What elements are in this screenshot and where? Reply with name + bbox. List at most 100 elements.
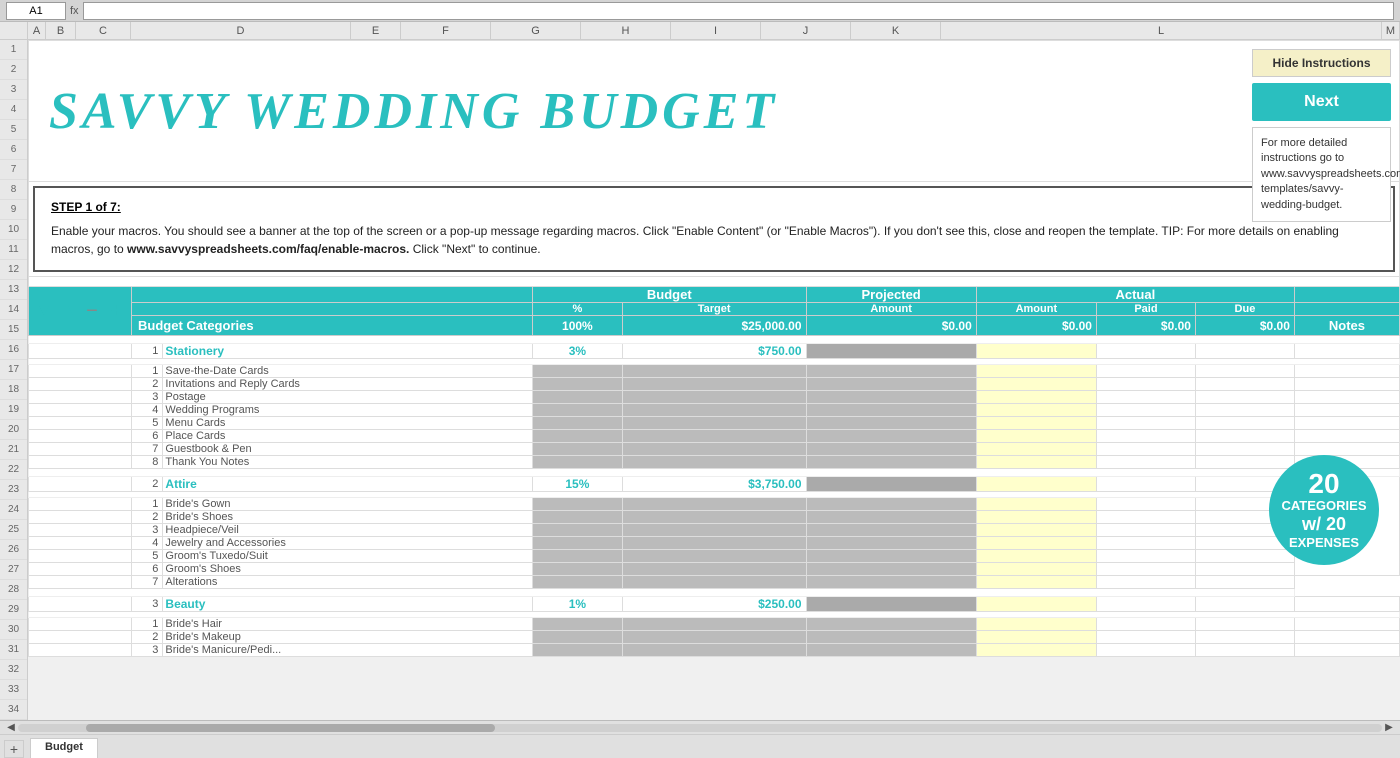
row-num-22: 22 (0, 460, 27, 480)
cat3-target: $250.00 (622, 597, 806, 612)
cat1-actual-yellow (976, 344, 1096, 359)
main-table: SAVVY WEDDING BUDGET Hide Instructions N… (28, 40, 1400, 657)
plus-icon[interactable]: + (105, 300, 127, 322)
cat3-num: 3 (132, 597, 163, 612)
item-save-date: Save-the-Date Cards (163, 365, 533, 378)
row-num-23: 23 (0, 480, 27, 500)
row-num-33: 33 (0, 680, 27, 700)
col-header-E: E (351, 22, 401, 39)
projected-header: Projected (806, 287, 976, 303)
category-attire-row: 2 Attire 15% $3,750.00 20 CATEGORIES w/ … (29, 477, 1400, 492)
notes-label: Notes (1294, 316, 1399, 336)
attire-item-1: 1 Bride's Gown (29, 498, 1400, 511)
minus-icon[interactable]: − (81, 300, 103, 322)
spacer-34 (29, 589, 1400, 597)
row-num-29: 29 (0, 600, 27, 620)
add-sheet-button[interactable]: + (4, 740, 24, 758)
pct-subheader: % (533, 303, 623, 316)
item-jewelry: Jewelry and Accessories (163, 537, 533, 550)
row-num-1: 1 (0, 40, 27, 60)
horizontal-scrollbar[interactable]: ◀ ▶ (0, 720, 1400, 734)
stationery-item-2: 2 Invitations and Reply Cards (29, 378, 1400, 391)
row-num-3: 3 (0, 80, 27, 100)
col-header-H: H (581, 22, 671, 39)
formula-input[interactable] (83, 2, 1394, 20)
item-brides-shoes: Bride's Shoes (163, 511, 533, 524)
instructions-row: STEP 1 of 7: Enable your macros. You sho… (29, 182, 1400, 277)
row-num-34: 34 (0, 700, 27, 720)
row-num-31: 31 (0, 640, 27, 660)
scroll-track[interactable] (18, 724, 1382, 732)
move-down-icon[interactable]: ▼ (33, 300, 55, 322)
title-row: SAVVY WEDDING BUDGET Hide Instructions N… (29, 41, 1400, 182)
row-num-26: 26 (0, 540, 27, 560)
fx-label: fx (70, 5, 79, 17)
app-window: fx A B C D E F G H I J K L M 1 2 3 4 5 6… (0, 0, 1400, 758)
stationery-item-6: 6 Place Cards (29, 430, 1400, 443)
row-num-24: 24 (0, 500, 27, 520)
row-num-4: 4 (0, 100, 27, 120)
tab-bar: + Budget (0, 734, 1400, 758)
stationery-item-3: 3 Postage (29, 391, 1400, 404)
item-guestbook: Guestbook & Pen (163, 443, 533, 456)
stationery-item-5: 5 Menu Cards (29, 417, 1400, 430)
formula-bar-area: fx (0, 0, 1400, 22)
badge-number: 20 (1308, 470, 1339, 498)
row-num-5: 5 (0, 120, 27, 140)
cat3-pct: 1% (533, 597, 623, 612)
item-brides-mani: Bride's Manicure/Pedi... (163, 644, 533, 657)
cell-reference[interactable] (6, 2, 66, 20)
scroll-right-arrow[interactable]: ▶ (1382, 721, 1396, 735)
row-num-14: 14 (0, 300, 27, 320)
item-postage: Postage (163, 391, 533, 404)
item-alterations: Alterations (163, 576, 533, 589)
row-num-28: 28 (0, 580, 27, 600)
next-button[interactable]: Next (1252, 83, 1391, 121)
move-up-icon[interactable]: ▲ (57, 300, 79, 322)
col-header-C: C (76, 22, 131, 39)
row-num-9: 9 (0, 200, 27, 220)
app-title: SAVVY WEDDING BUDGET (49, 82, 778, 141)
total-proj: $0.00 (806, 316, 976, 336)
sheet-tab-budget[interactable]: Budget (30, 738, 98, 758)
item-headpiece: Headpiece/Veil (163, 524, 533, 537)
row-num-spacer (0, 22, 28, 39)
target-subheader: Target (622, 303, 806, 316)
badge-categories: CATEGORIES (1282, 498, 1367, 514)
hide-instructions-button[interactable]: Hide Instructions (1252, 49, 1391, 77)
side-controls: Hide Instructions Next For more detailed… (1244, 41, 1399, 181)
col-header-K: K (851, 22, 941, 39)
actual-header: Actual (976, 287, 1294, 303)
total-pct: 100% (533, 316, 623, 336)
cat1-name: Stationery (163, 344, 533, 359)
instructions-box: STEP 1 of 7: Enable your macros. You sho… (33, 186, 1395, 272)
row-num-27: 27 (0, 560, 27, 580)
col-header-J: J (761, 22, 851, 39)
stationery-item-4: 4 Wedding Programs (29, 404, 1400, 417)
row-num-2: 2 (0, 60, 27, 80)
row-num-30: 30 (0, 620, 27, 640)
row-num-12: 12 (0, 260, 27, 280)
categories-label: Budget Categories (132, 316, 533, 336)
due-subheader: Due (1195, 303, 1294, 316)
col-header-I: I (671, 22, 761, 39)
badge-cell: 20 CATEGORIES w/ 20 EXPENSES (1294, 477, 1399, 576)
row-num-21: 21 (0, 440, 27, 460)
total-target: $25,000.00 (622, 316, 806, 336)
sheet-area: 1 2 3 4 5 6 7 8 9 10 11 12 13 14 15 16 1… (0, 40, 1400, 720)
scroll-left-arrow[interactable]: ◀ (4, 721, 18, 735)
cat2-pct: 15% (533, 477, 623, 492)
col-header-B: B (46, 22, 76, 39)
attire-item-3: 3 Headpiece/Veil (29, 524, 1400, 537)
cat3-name: Beauty (163, 597, 533, 612)
stationery-item-8: 8 Thank You Notes (29, 456, 1400, 469)
row-num-17: 17 (0, 360, 27, 380)
cat1-notes (1294, 344, 1399, 359)
row-num-16: 16 (0, 340, 27, 360)
cat2-target: $3,750.00 (622, 477, 806, 492)
scroll-thumb[interactable] (86, 724, 495, 732)
spacer-row-13 (29, 336, 1400, 344)
attire-item-5: 5 Groom's Tuxedo/Suit (29, 550, 1400, 563)
row-num-15: 15 (0, 320, 27, 340)
title-cell: SAVVY WEDDING BUDGET (29, 41, 1244, 181)
